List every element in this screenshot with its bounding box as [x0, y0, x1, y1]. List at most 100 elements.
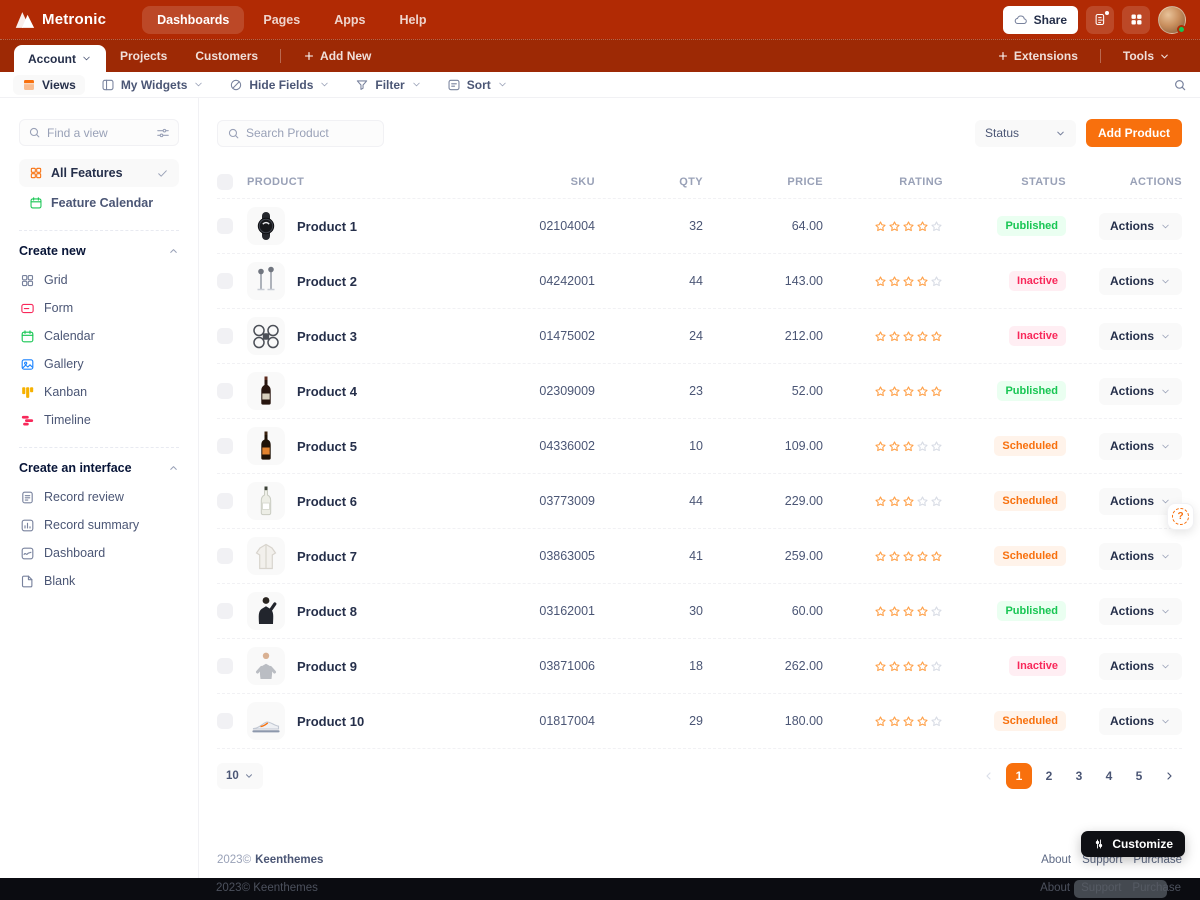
tune-icon[interactable] — [156, 126, 170, 140]
extensions-button[interactable]: Extensions — [983, 40, 1092, 73]
toolbar-my-widgets[interactable]: My Widgets — [92, 75, 214, 95]
column-header-status[interactable]: STATUS — [943, 176, 1066, 188]
customize-button[interactable]: Customize — [1081, 831, 1185, 857]
row-actions-button[interactable]: Actions — [1099, 543, 1182, 570]
find-view-input[interactable] — [47, 126, 150, 140]
sidebar-view-feature-calendar[interactable]: Feature Calendar — [19, 189, 179, 217]
share-button[interactable]: Share — [1003, 6, 1078, 34]
row-actions-button[interactable]: Actions — [1099, 378, 1182, 405]
toolbar-filter[interactable]: Filter — [346, 75, 430, 95]
row-checkbox[interactable] — [217, 493, 233, 509]
row-checkbox[interactable] — [217, 548, 233, 564]
product-name[interactable]: Product 3 — [297, 329, 357, 344]
table-row: Product 2 04242001 44 143.00 Inactive Ac… — [217, 254, 1182, 309]
header-nav-apps[interactable]: Apps — [319, 6, 380, 34]
actions-label: Actions — [1110, 274, 1154, 288]
row-actions-button[interactable]: Actions — [1099, 213, 1182, 240]
column-header-sku[interactable]: SKU — [477, 176, 595, 188]
product-name[interactable]: Product 10 — [297, 714, 364, 729]
sidebar-item-record-summary[interactable]: Record summary — [19, 511, 179, 539]
row-actions-button[interactable]: Actions — [1099, 268, 1182, 295]
subnav-tab-projects[interactable]: Projects — [106, 39, 181, 72]
page-button-3[interactable]: 3 — [1066, 763, 1092, 789]
row-actions-button[interactable]: Actions — [1099, 708, 1182, 735]
sidebar-item-timeline[interactable]: Timeline — [19, 406, 179, 434]
sidebar: All FeaturesFeature Calendar Create new G… — [0, 98, 199, 878]
notifications-button[interactable] — [1086, 6, 1114, 34]
find-view-search[interactable] — [19, 119, 179, 146]
header-nav-help[interactable]: Help — [384, 6, 441, 34]
pagination: 10 12345 — [217, 763, 1182, 789]
row-checkbox[interactable] — [217, 383, 233, 399]
logo[interactable]: Metronic — [14, 11, 106, 29]
sidebar-item-gallery[interactable]: Gallery — [19, 350, 179, 378]
row-actions-button[interactable]: Actions — [1099, 653, 1182, 680]
section-title-create-new[interactable]: Create new — [19, 244, 179, 258]
subnav-tab-account[interactable]: Account — [14, 45, 106, 72]
header-nav-pages[interactable]: Pages — [248, 6, 315, 34]
toolbar-sort[interactable]: Sort — [438, 75, 517, 95]
row-checkbox[interactable] — [217, 273, 233, 289]
product-name[interactable]: Product 4 — [297, 384, 357, 399]
sidebar-item-dashboard[interactable]: Dashboard — [19, 539, 179, 567]
add-product-button[interactable]: Add Product — [1086, 119, 1182, 147]
user-avatar[interactable] — [1158, 6, 1186, 34]
column-header-product[interactable]: PRODUCT — [247, 176, 477, 188]
sliders-icon — [1093, 838, 1105, 850]
sidebar-item-kanban[interactable]: Kanban — [19, 378, 179, 406]
qty-value: 41 — [595, 549, 703, 563]
row-actions-button[interactable]: Actions — [1099, 433, 1182, 460]
subnav-tab-customers[interactable]: Customers — [181, 39, 272, 72]
status-filter-select[interactable]: Status — [975, 120, 1076, 147]
add-new-button[interactable]: Add New — [289, 39, 385, 72]
row-checkbox[interactable] — [217, 438, 233, 454]
select-all-checkbox[interactable] — [217, 174, 233, 190]
column-header-actions[interactable]: ACTIONS — [1066, 176, 1182, 188]
toolbar-search-icon[interactable] — [1173, 78, 1187, 92]
column-header-rating[interactable]: RATING — [823, 176, 943, 188]
row-actions-button[interactable]: Actions — [1099, 323, 1182, 350]
sidebar-item-form[interactable]: Form — [19, 294, 179, 322]
sidebar-item-blank[interactable]: Blank — [19, 567, 179, 595]
gallery-icon — [20, 357, 35, 372]
product-name[interactable]: Product 2 — [297, 274, 357, 289]
product-search-input[interactable] — [246, 126, 374, 140]
help-button[interactable]: ? — [1167, 503, 1194, 530]
column-header-qty[interactable]: QTY — [595, 176, 703, 188]
app-launcher-button[interactable] — [1122, 6, 1150, 34]
row-actions-button[interactable]: Actions — [1099, 598, 1182, 625]
row-checkbox[interactable] — [217, 328, 233, 344]
section-title-create-an-interface[interactable]: Create an interface — [19, 461, 179, 475]
page-button-5[interactable]: 5 — [1126, 763, 1152, 789]
page-size-select[interactable]: 10 — [217, 763, 263, 789]
company-link[interactable]: Keenthemes — [255, 854, 323, 866]
sidebar-item-calendar[interactable]: Calendar — [19, 322, 179, 350]
row-checkbox[interactable] — [217, 218, 233, 234]
page-button-4[interactable]: 4 — [1096, 763, 1122, 789]
sidebar-view-all-features[interactable]: All Features — [19, 159, 179, 187]
previous-page-button[interactable] — [976, 763, 1002, 789]
sidebar-item-grid[interactable]: Grid — [19, 266, 179, 294]
notification-dot — [1105, 11, 1109, 15]
sku-value: 03773009 — [477, 494, 595, 508]
column-header-price[interactable]: PRICE — [703, 176, 823, 188]
row-checkbox[interactable] — [217, 603, 233, 619]
next-page-button[interactable] — [1156, 763, 1182, 789]
product-name[interactable]: Product 7 — [297, 549, 357, 564]
tools-button[interactable]: Tools — [1109, 40, 1184, 73]
row-checkbox[interactable] — [217, 658, 233, 674]
toolbar-hide-fields[interactable]: Hide Fields — [220, 75, 339, 95]
product-name[interactable]: Product 5 — [297, 439, 357, 454]
footer-link-about[interactable]: About — [1041, 854, 1071, 866]
product-search[interactable] — [217, 120, 384, 147]
product-name[interactable]: Product 6 — [297, 494, 357, 509]
header-nav-dashboards[interactable]: Dashboards — [142, 6, 244, 34]
product-name[interactable]: Product 9 — [297, 659, 357, 674]
page-button-1[interactable]: 1 — [1006, 763, 1032, 789]
toolbar-views[interactable]: Views — [13, 75, 85, 95]
row-checkbox[interactable] — [217, 713, 233, 729]
product-name[interactable]: Product 8 — [297, 604, 357, 619]
product-name[interactable]: Product 1 — [297, 219, 357, 234]
sidebar-item-record-review[interactable]: Record review — [19, 483, 179, 511]
page-button-2[interactable]: 2 — [1036, 763, 1062, 789]
